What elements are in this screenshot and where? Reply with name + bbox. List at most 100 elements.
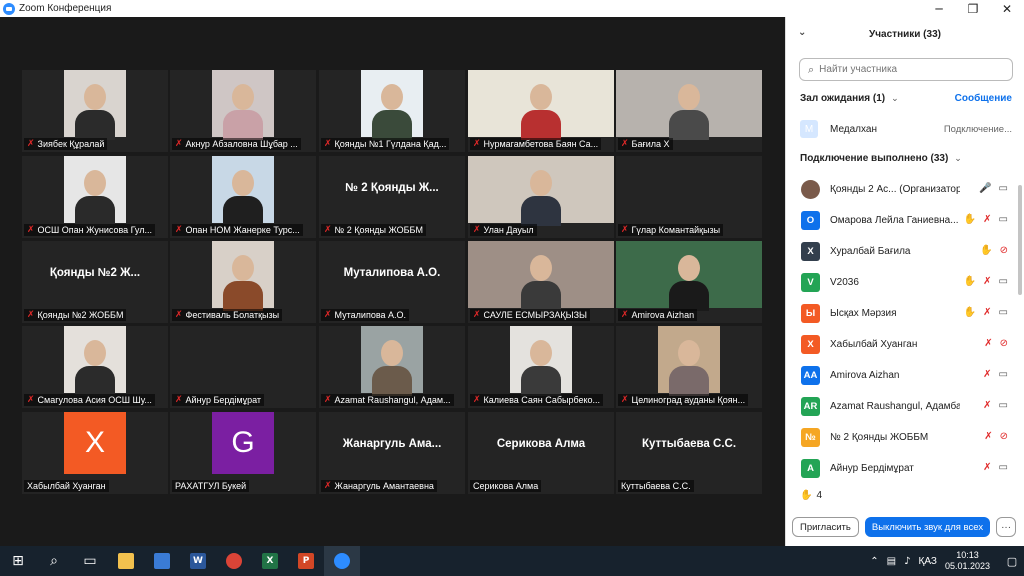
camera-off-icon[interactable]: ⊘	[1000, 338, 1008, 349]
video-tile[interactable]: ✗ Зиябек Құралай	[22, 70, 168, 152]
close-button[interactable]: ✕	[990, 0, 1024, 17]
participant-name: Azamat Raushangul, Адамбаев...	[830, 401, 960, 412]
minimize-button[interactable]: ─	[922, 0, 956, 17]
mic-muted-icon[interactable]: ✗	[983, 307, 991, 318]
video-tile[interactable]: ✗ Опан НОМ Жанерке Турс...	[170, 156, 316, 238]
video-tile[interactable]: ✗ Бағила Х	[616, 70, 762, 152]
chrome-icon[interactable]	[216, 546, 252, 576]
mic-muted-icon[interactable]: ✗	[983, 214, 991, 225]
volume-icon[interactable]: ♪	[904, 556, 910, 567]
mute-all-button[interactable]: Выключить звук для всех	[864, 517, 991, 537]
mic-muted-icon[interactable]: ✗	[984, 431, 992, 442]
participant-status-icons: ✋ ✗ ▭	[964, 276, 1008, 287]
camera-on-icon[interactable]: ▭	[999, 214, 1008, 225]
video-tile[interactable]: ✗ Акнур Абзаловна Шұбар ...	[170, 70, 316, 152]
video-tile[interactable]: Қоянды №2 Ж... ✗ Қоянды №2 ЖОББМ	[22, 241, 168, 323]
network-icon[interactable]: ▤	[887, 556, 896, 567]
mic-muted-icon[interactable]: ✗	[983, 276, 991, 287]
zoom-taskbar-icon[interactable]	[324, 546, 360, 576]
maximize-button[interactable]: ❐	[956, 0, 990, 17]
video-tile[interactable]: ✗ Улан Дауыл	[468, 156, 614, 238]
participants-panel: ⌄ Участники (33) ⌕ Зал ожидания (1) ⌄ Соо…	[785, 17, 1024, 546]
video-gallery: ✗ Зиябек Құралай ✗ Акнур Абзаловна Шұбар ..…	[0, 17, 785, 546]
windows-start-icon[interactable]: ⊞	[0, 546, 36, 576]
file-explorer-icon[interactable]	[108, 546, 144, 576]
search-input[interactable]	[819, 64, 1000, 75]
mic-muted-icon: ✗	[175, 395, 183, 405]
video-tile[interactable]: ✗ Айнур Бердімұрат	[170, 326, 316, 408]
mic-muted-icon[interactable]: ✗	[983, 369, 991, 380]
task-view-icon[interactable]: ▭	[72, 546, 108, 576]
participant-row[interactable]: Қоянды 2 Ас... (Организатор, я)🎤▭	[786, 174, 1014, 205]
video-tile[interactable]: G РАХАТГУЛ Букей	[170, 412, 316, 494]
participant-video	[616, 241, 762, 311]
camera-on-icon[interactable]: ▭	[999, 307, 1008, 318]
tile-caption: ✗ № 2 Қоянды ЖОББМ	[321, 224, 426, 236]
camera-on-icon[interactable]: ▭	[999, 400, 1008, 411]
store-icon[interactable]	[144, 546, 180, 576]
video-tile[interactable]: ✗ Смагулова Асия ОСШ Шу...	[22, 326, 168, 408]
video-tile[interactable]: ✗ Қоянды №1 Гүлдана Қад...	[319, 70, 465, 152]
video-tile[interactable]: ✗ Azamat Raushangul, Адам...	[319, 326, 465, 408]
participant-row[interactable]: Х Хуралбай Бағила ✋ ⊘	[786, 236, 1014, 267]
participant-row[interactable]: ARAzamat Raushangul, Адамбаев...✗▭	[786, 391, 1014, 422]
notifications-icon[interactable]: ▢	[1000, 546, 1024, 576]
participant-row[interactable]: V V2036 ✋ ✗ ▭	[786, 267, 1014, 298]
participant-row[interactable]: AA Amirova Aizhan ✗ ▭	[786, 360, 1014, 391]
panel-scrollbar[interactable]	[1018, 185, 1022, 295]
participant-row[interactable]: Х Хабылбай Хуанган ✗ ⊘	[786, 329, 1014, 360]
video-tile[interactable]: ✗ Фестиваль Болатқызы	[170, 241, 316, 323]
word-icon[interactable]: W	[180, 546, 216, 576]
video-tile[interactable]: № 2 Қоянды Ж... ✗ № 2 Қоянды ЖОББМ	[319, 156, 465, 238]
video-tile[interactable]: ✗ Нурмагамбетова Баян Са...	[468, 70, 614, 152]
participant-row[interactable]: А Айнур Бердімұрат ✗ ▭	[786, 453, 1014, 484]
video-tile[interactable]: Жанаргуль Ама... ✗ Жанаргуль Амантаевна	[319, 412, 465, 494]
mic-muted-icon[interactable]: ✗	[983, 400, 991, 411]
video-tile[interactable]: Муталипова А.О. ✗ Муталипова А.О.	[319, 241, 465, 323]
camera-on-icon[interactable]: ▭	[999, 369, 1008, 380]
participant-row[interactable]: Ы Ысқах Мәрзия ✋ ✗ ▭	[786, 298, 1014, 329]
tray-expand-icon[interactable]: ⌃	[870, 556, 878, 567]
camera-on-icon[interactable]: ▭	[999, 183, 1008, 194]
waiting-room-header[interactable]: Зал ожидания (1) ⌄	[800, 93, 899, 104]
video-tile[interactable]: X Хабылбай Хуанган	[22, 412, 168, 494]
participant-name: Фестиваль Болатқызы	[185, 310, 280, 320]
video-tile[interactable]: Серикова Алма Серикова Алма	[468, 412, 614, 494]
video-tile[interactable]: ✗ Калиева Саян Сабырбеко...	[468, 326, 614, 408]
mic-muted-icon[interactable]: ✗	[984, 338, 992, 349]
video-tile[interactable]: Куттыбаева С.С. Куттыбаева С.С.	[616, 412, 762, 494]
clock[interactable]: 10:13 05.01.2023	[945, 550, 990, 572]
video-tile[interactable]: ✗ Гүлар Комантайқызы	[616, 156, 762, 238]
waiting-participant-row[interactable]: М Медалхан Подключение...	[800, 119, 1012, 139]
video-tile[interactable]: ✗ Целиноград ауданы Қоян...	[616, 326, 762, 408]
camera-on-icon[interactable]: ▭	[999, 462, 1008, 473]
participant-row[interactable]: О Омарова Лейла Ганиевна... ✋ ✗ ▭	[786, 205, 1014, 236]
message-button[interactable]: Сообщение	[955, 93, 1012, 104]
video-tile[interactable]: ✗ Amirova Aizhan	[616, 241, 762, 323]
collapse-chevron-icon[interactable]: ⌄	[798, 27, 806, 38]
participant-name: ОСШ Опан Жунисова Гул...	[37, 225, 152, 235]
camera-off-icon[interactable]: ⊘	[1000, 431, 1008, 442]
participant-row[interactable]: № № 2 Қоянды ЖОББМ ✗ ⊘	[786, 422, 1014, 453]
language-indicator[interactable]: ҚАЗ	[919, 556, 937, 567]
excel-icon[interactable]: X	[252, 546, 288, 576]
more-options-button[interactable]: ···	[996, 517, 1017, 537]
search-box[interactable]: ⌕	[799, 58, 1013, 81]
person-body	[75, 196, 115, 226]
participant-name: Amirova Aizhan	[631, 310, 695, 320]
video-tile[interactable]: ✗ ОСШ Опан Жунисова Гул...	[22, 156, 168, 238]
mic-muted-icon[interactable]: ✗	[983, 462, 991, 473]
camera-off-icon[interactable]: ⊘	[1000, 245, 1008, 256]
mic-on-icon[interactable]: 🎤	[979, 183, 991, 194]
camera-on-icon[interactable]: ▭	[999, 276, 1008, 287]
video-tile[interactable]: ✗ САУЛЕ ЕСМЫРЗАҚЫЗЫ	[468, 241, 614, 323]
search-icon[interactable]: ⌕	[36, 546, 72, 576]
powerpoint-icon[interactable]: P	[288, 546, 324, 576]
invite-button[interactable]: Пригласить	[792, 517, 859, 537]
mic-muted-icon: ✗	[473, 225, 481, 235]
participant-name: V2036	[830, 277, 859, 288]
clock-date: 05.01.2023	[944, 561, 990, 571]
connected-header[interactable]: Подключение выполнено (33) ⌄	[800, 153, 962, 164]
participant-name: № 2 Қоянды ЖОББМ	[334, 225, 423, 235]
participant-video	[212, 241, 274, 311]
